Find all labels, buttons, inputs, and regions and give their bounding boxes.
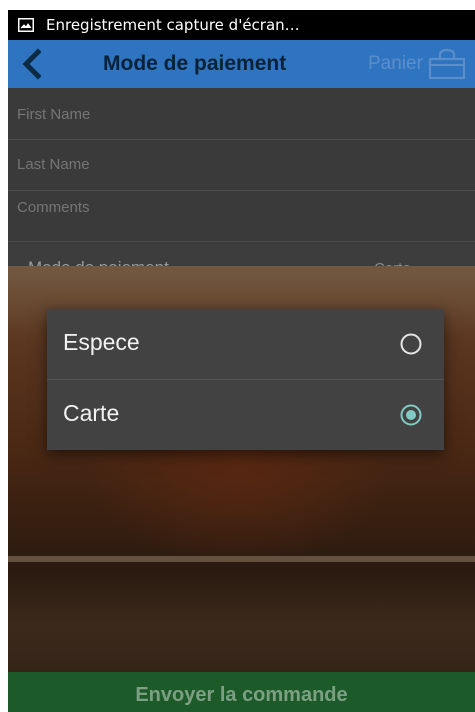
option-label: Carte [63, 400, 120, 426]
shopping-bag-icon[interactable] [427, 48, 467, 80]
divider [8, 190, 475, 191]
option-carte[interactable]: Carte [47, 380, 444, 450]
screenshot-icon [18, 18, 34, 32]
divider [8, 241, 475, 242]
radio-unchecked-icon[interactable] [400, 333, 422, 355]
option-espece[interactable]: Espece [47, 309, 444, 380]
app-screen: Enregistrement capture d'écran… Mode de … [8, 10, 475, 712]
comments-input[interactable] [8, 195, 475, 219]
option-label: Espece [63, 329, 140, 355]
radio-checked-icon[interactable] [400, 404, 422, 426]
page-title: Mode de paiement [103, 52, 287, 75]
status-bar: Enregistrement capture d'écran… [8, 10, 475, 40]
payment-method-dialog: Espece Carte [47, 309, 444, 450]
order-form [8, 88, 475, 266]
submit-order-button[interactable]: Envoyer la commande [8, 672, 475, 712]
last-name-input[interactable] [8, 152, 475, 176]
cart-label[interactable]: Panier [368, 53, 423, 75]
divider [8, 139, 475, 140]
app-bar: Mode de paiement Panier [8, 40, 475, 88]
chevron-left-icon[interactable] [18, 48, 46, 80]
first-name-input[interactable] [8, 102, 475, 126]
status-notification-text: Enregistrement capture d'écran… [46, 16, 300, 34]
